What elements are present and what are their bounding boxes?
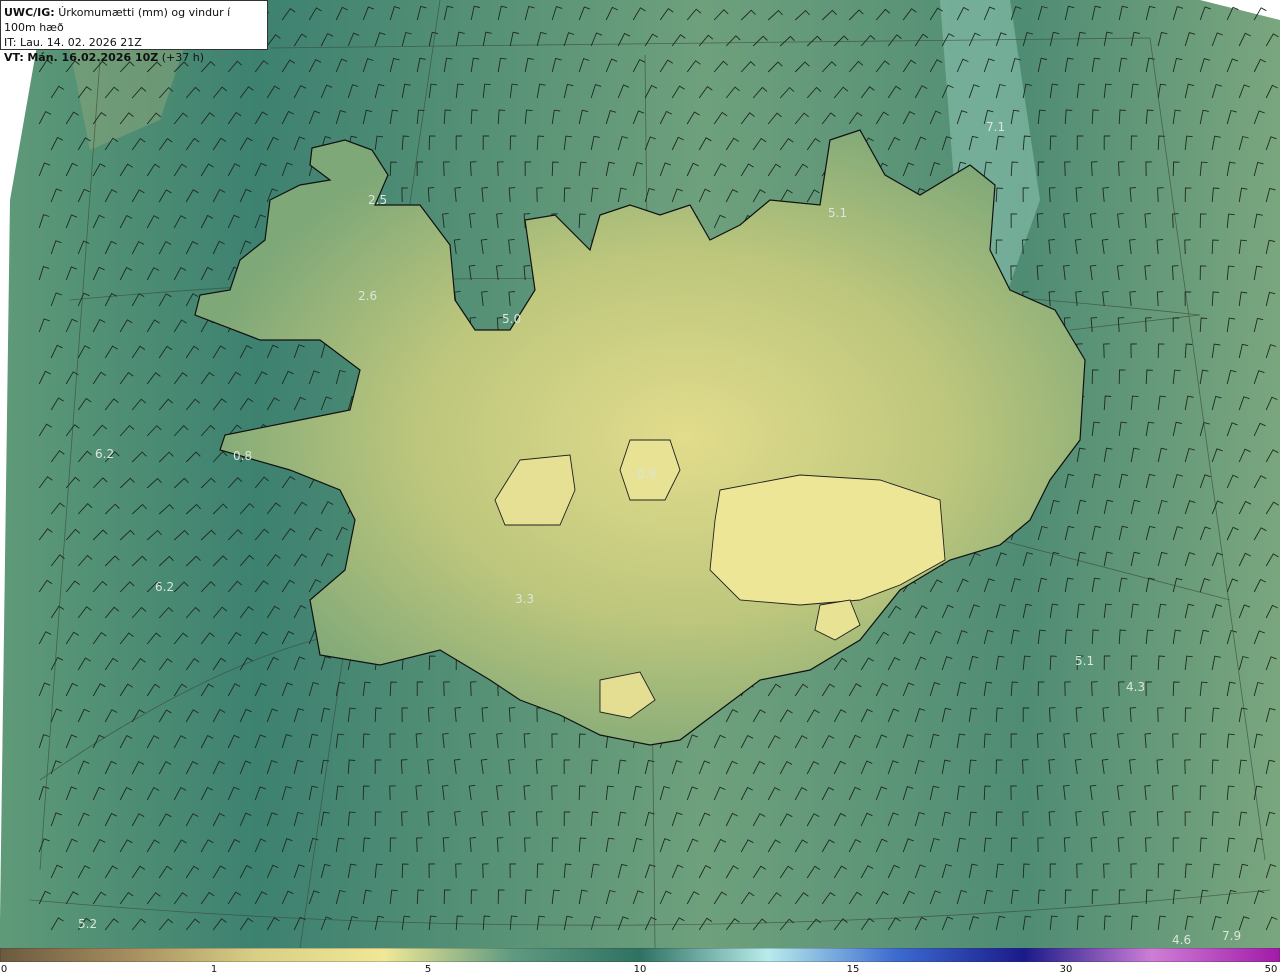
lead-time: (+37 h) [161,51,205,64]
product-code: UWC/IG: [4,6,55,19]
value-label: 0.9 [637,467,656,481]
valid-label: VT: [4,51,24,64]
colorbar-tick-label: 0 [0,964,8,975]
valid-time: Mán. 16.02.2026 10Z [27,51,159,64]
colorbar [0,948,1280,962]
value-label: 6.2 [95,447,114,461]
colorbar-tick-label: 5 [424,964,432,975]
value-label: 5.1 [828,206,847,220]
value-label: 5.1 [1075,654,1094,668]
value-label: 2.6 [358,289,377,303]
value-label: 4.6 [1172,933,1191,947]
value-label: 0.8 [233,449,252,463]
value-label: 7.1 [986,120,1005,134]
colorbar-tick-label: 30 [1059,964,1073,975]
value-label: 7.9 [1222,929,1241,943]
forecast-map[interactable]: 7.1 5.1 2.5 2.6 5.0 6.2 0.8 6.2 0.9 3.3 5.1 4.3 5.2 4… [0,0,1280,948]
init-time: IT: Lau. 14. 02. 2026 21Z [4,36,142,49]
colorbar-tick-label: 15 [846,964,860,975]
colorbar-ticks: 0 1 5 10 15 30 50 [0,962,1280,978]
value-label: 5.0 [502,312,521,326]
colorbar-tick-label: 10 [633,964,647,975]
value-label: 4.3 [1126,680,1145,694]
colorbar-tick-label: 1 [210,964,218,975]
colorbar-tick-label: 50 [1264,964,1278,975]
value-label: 6.2 [155,580,174,594]
value-label: 5.2 [78,917,97,931]
value-label: 3.3 [515,592,534,606]
map-title-box: UWC/IG: Úrkomumætti (mm) og vindur í 100… [0,0,268,64]
value-label: 2.5 [368,193,387,207]
